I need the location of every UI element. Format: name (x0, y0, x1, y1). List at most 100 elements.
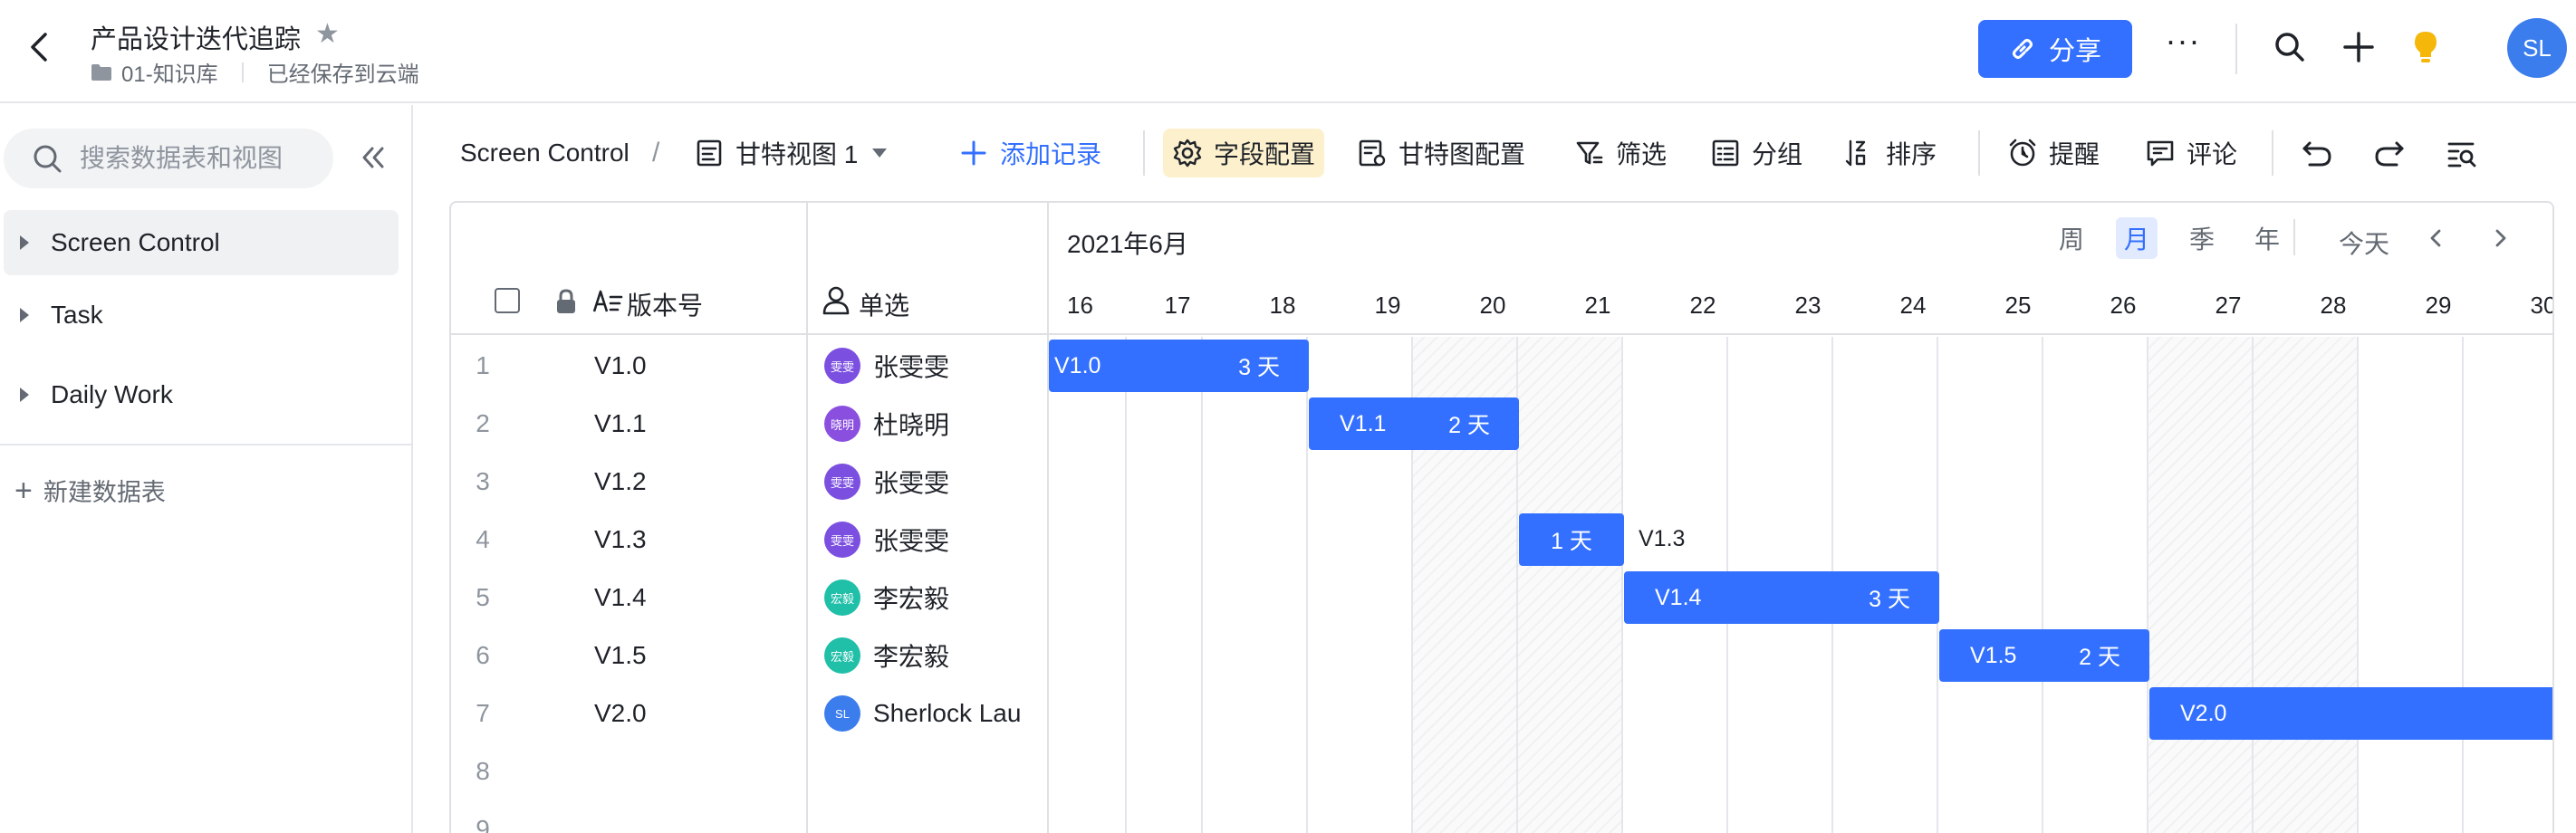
select-cell[interactable]: SL Sherlock Lau (824, 695, 1021, 732)
select-all-checkbox[interactable] (495, 288, 520, 313)
star-icon[interactable]: ★ (315, 18, 340, 50)
user-avatar[interactable]: SL (2507, 18, 2567, 78)
view-selector[interactable]: 甘特视图 1 (694, 129, 888, 177)
version-cell[interactable]: V1.2 (594, 467, 647, 496)
bar-duration-label: 2 天 (1448, 413, 1490, 438)
gantt-settings-icon (1359, 139, 1386, 167)
comment-icon (2147, 140, 2174, 167)
scale-option-2[interactable]: 季 (2181, 217, 2223, 259)
search-icon[interactable] (2272, 29, 2308, 65)
lock-icon (557, 289, 575, 313)
expand-caret-icon[interactable] (20, 388, 29, 402)
add-record-button[interactable]: 添加记录 (958, 129, 1101, 177)
undo-icon[interactable] (2301, 138, 2333, 170)
sidebar-item-label: Screen Control (51, 228, 220, 256)
select-cell[interactable]: 宏毅 李宏毅 (824, 579, 949, 616)
chevron-right-icon[interactable] (2485, 223, 2516, 254)
bar-duration-label: 3 天 (1238, 355, 1280, 380)
version-cell[interactable]: V1.1 (594, 409, 647, 438)
version-cell[interactable]: V1.5 (594, 641, 647, 670)
toolbar-divider (1978, 130, 1980, 176)
day-column (2252, 337, 2357, 833)
comment-button[interactable]: 评论 (2145, 129, 2237, 177)
sidebar-item-daily-work[interactable]: Daily Work (4, 362, 399, 427)
column-header-select[interactable]: 单选 (859, 286, 909, 322)
row-number: 7 (476, 699, 490, 727)
select-cell[interactable]: 晓明 杜晓明 (824, 406, 949, 442)
sidebar-item-task[interactable]: Task (4, 282, 399, 348)
select-cell[interactable]: 雯雯 张雯雯 (824, 348, 949, 384)
new-table-button[interactable]: + 新建数据表 (14, 473, 166, 508)
group-label: 分组 (1752, 140, 1803, 168)
filter-button[interactable]: 筛选 (1574, 129, 1667, 177)
toolbar-divider (1143, 130, 1145, 176)
lightbulb-icon[interactable] (2408, 29, 2444, 65)
bar-name-label: V2.0 (2180, 700, 2227, 726)
gantt-bar[interactable]: V2.0 (2149, 687, 2552, 740)
text-field-icon (592, 290, 623, 312)
scale-option-0[interactable]: 周 (2051, 217, 2092, 259)
filter-label: 筛选 (1616, 140, 1668, 168)
folder-icon (91, 63, 111, 81)
bar-duration-label: 3 天 (1869, 587, 1910, 612)
select-cell[interactable]: 宏毅 李宏毅 (824, 637, 949, 674)
reminder-button[interactable]: 提醒 (2007, 129, 2100, 177)
day-label: 17 (1164, 292, 1191, 319)
folder-name[interactable]: 01-知识库 (121, 56, 218, 88)
today-button[interactable]: 今天 (2339, 225, 2389, 261)
plus-icon[interactable] (2341, 29, 2377, 65)
add-record-label: 添加记录 (1000, 140, 1102, 168)
doc-meta: 01-知识库 已经保存到云端 (91, 56, 419, 88)
share-button[interactable]: 分享 (1978, 20, 2132, 78)
gantt-view-icon (697, 139, 722, 167)
version-cell[interactable]: V1.4 (594, 583, 647, 612)
sort-label: 排序 (1886, 140, 1937, 168)
sidebar-search-input[interactable] (80, 144, 324, 173)
gantt-header-divider (2293, 219, 2295, 255)
gantt-bar[interactable]: V1.0 3 天 (1049, 340, 1309, 392)
day-label: 20 (1479, 292, 1506, 319)
doc-title[interactable]: 产品设计迭代追踪 (91, 18, 301, 56)
back-arrow-icon[interactable] (24, 31, 56, 63)
sidebar-search[interactable] (4, 129, 333, 188)
owner-name: 李宏毅 (873, 585, 950, 613)
gantt-config-button[interactable]: 甘特图配置 (1357, 129, 1525, 177)
owner-name: 张雯雯 (873, 527, 950, 555)
row-number: 8 (476, 757, 490, 785)
row-number: 5 (476, 583, 490, 611)
share-label: 分享 (2048, 37, 2101, 66)
bar-name-label: V1.1 (1340, 410, 1387, 436)
field-config-label: 字段配置 (1214, 140, 1316, 168)
group-button[interactable]: 分组 (1710, 129, 1802, 177)
expand-caret-icon[interactable] (20, 308, 29, 322)
version-cell[interactable]: V1.0 (594, 351, 647, 380)
scale-option-3[interactable]: 年 (2246, 217, 2288, 259)
select-cell[interactable]: 雯雯 张雯雯 (824, 522, 949, 558)
day-column (2042, 337, 2147, 833)
chevron-left-icon[interactable] (2420, 223, 2451, 254)
save-status: 已经保存到云端 (266, 62, 419, 87)
select-cell[interactable]: 雯雯 张雯雯 (824, 464, 949, 500)
expand-caret-icon[interactable] (20, 235, 29, 250)
scale-option-1[interactable]: 月 (2116, 217, 2158, 259)
column-header-version[interactable]: 版本号 (627, 286, 703, 322)
table-name[interactable]: Screen Control (460, 129, 630, 177)
field-config-button[interactable]: 字段配置 (1163, 129, 1325, 177)
gantt-bar[interactable]: 1 天 (1519, 513, 1624, 566)
redo-icon[interactable] (2373, 138, 2406, 170)
gantt-bar[interactable]: V1.5 2 天 (1939, 629, 2149, 682)
sidebar-item-screen-control[interactable]: Screen Control (4, 210, 399, 275)
sort-button[interactable]: 排序 (1844, 129, 1937, 177)
plus-icon (961, 140, 986, 166)
owner-avatar: 雯雯 (824, 348, 860, 384)
more-button[interactable]: ··· (2163, 24, 2203, 67)
gantt-bar[interactable]: V1.4 3 天 (1624, 571, 1939, 624)
gantt-bar[interactable]: V1.1 2 天 (1309, 397, 1519, 450)
owner-avatar: 宏毅 (824, 637, 860, 674)
search-records-icon[interactable] (2446, 138, 2478, 170)
version-cell[interactable]: V2.0 (594, 699, 647, 728)
version-cell[interactable]: V1.3 (594, 525, 647, 554)
meta-divider (241, 62, 244, 82)
user-icon (822, 286, 850, 315)
collapse-sidebar-icon[interactable] (357, 141, 389, 174)
